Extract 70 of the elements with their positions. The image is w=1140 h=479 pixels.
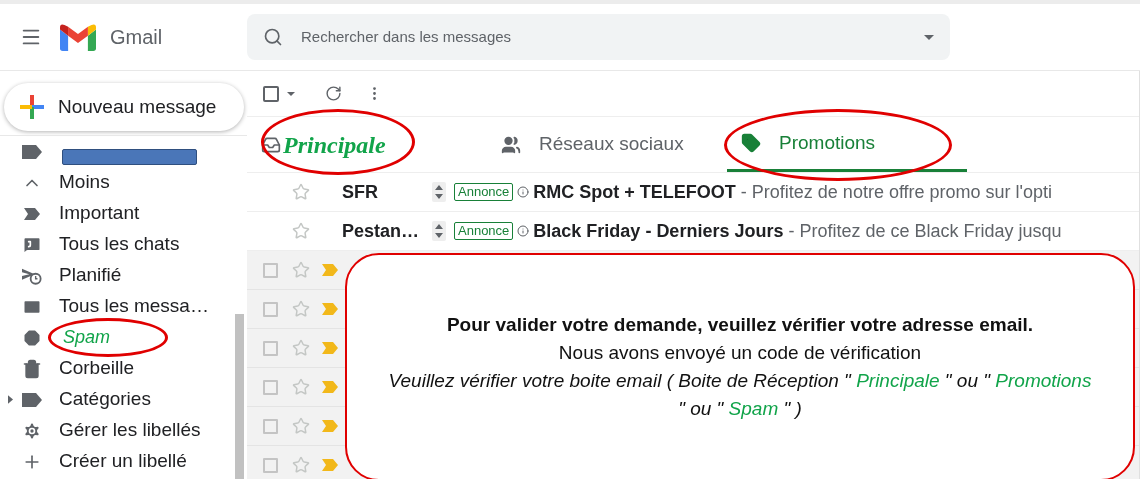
- sidebar-item[interactable]: Tous les messa…: [59, 292, 209, 321]
- important-marker-icon: [322, 303, 338, 315]
- dropdown-caret-icon[interactable]: [287, 91, 295, 96]
- email-snippet: - Profitez de notre offre promo sur l'opti: [740, 180, 1053, 204]
- sidebar-item[interactable]: Important: [59, 199, 140, 228]
- sidebar-item[interactable]: Catégories: [59, 385, 151, 414]
- ad-badge: Annonce: [454, 222, 514, 240]
- row-checkbox[interactable]: [263, 340, 278, 356]
- sender-name: Pestan…: [342, 219, 421, 243]
- star-icon[interactable]: [292, 183, 310, 201]
- tab-label: Principale: [283, 130, 386, 160]
- tab-label: Réseaux sociaux: [539, 132, 684, 157]
- star-icon[interactable]: [292, 339, 310, 357]
- sidebar-item[interactable]: Tous les chats: [59, 230, 180, 259]
- row-checkbox[interactable]: [263, 262, 278, 278]
- tag-icon: [741, 133, 761, 153]
- expand-caret-icon[interactable]: [8, 395, 13, 404]
- ad-badge: Annonce: [454, 183, 514, 201]
- label-icon: [22, 392, 42, 407]
- important-marker-icon: [322, 420, 338, 432]
- search-field[interactable]: Rechercher dans les messages: [247, 14, 950, 60]
- spam-icon: [22, 327, 42, 348]
- dropdown-caret-icon[interactable]: [924, 34, 934, 40]
- sidebar-item[interactable]: Créer un libellé: [59, 447, 187, 476]
- important-marker-icon: [322, 342, 338, 354]
- refresh-icon[interactable]: [325, 85, 342, 102]
- label-icon: [22, 144, 42, 159]
- star-icon[interactable]: [292, 456, 310, 474]
- email-subject: Black Friday - Derniers Jours: [533, 219, 784, 243]
- sidebar-item[interactable]: Moins: [59, 168, 110, 197]
- scrollbar[interactable]: [235, 314, 244, 479]
- sidebar-item[interactable]: Gérer les libellés: [59, 416, 201, 445]
- sort-arrows-icon: [432, 221, 446, 241]
- sender-name: SFR: [342, 180, 379, 204]
- star-icon[interactable]: [292, 222, 310, 240]
- compose-button[interactable]: Nouveau message: [4, 83, 244, 131]
- star-icon[interactable]: [292, 261, 310, 279]
- important-marker-icon: [322, 264, 338, 276]
- row-checkbox[interactable]: [263, 418, 278, 434]
- row-checkbox[interactable]: [263, 379, 278, 395]
- email-subject: RMC Spot + TELEFOOT: [533, 180, 736, 204]
- tab-label: Promotions: [779, 130, 876, 155]
- info-icon[interactable]: [517, 186, 530, 198]
- category-tab[interactable]: Promotions: [727, 117, 967, 172]
- settings-icon: [22, 420, 42, 441]
- important-icon: [24, 207, 40, 220]
- sidebar-item[interactable]: Corbeille: [59, 354, 134, 383]
- star-icon[interactable]: [292, 378, 310, 396]
- gmail-logo-icon: [60, 23, 96, 51]
- sort-arrows-icon: [432, 182, 446, 202]
- search-icon: [263, 27, 283, 47]
- app-name: Gmail: [110, 25, 163, 50]
- search-input[interactable]: Rechercher dans les messages: [301, 25, 924, 49]
- star-icon[interactable]: [292, 300, 310, 318]
- info-icon[interactable]: [517, 225, 530, 237]
- row-checkbox[interactable]: [263, 301, 278, 317]
- plus-icon: [20, 95, 44, 119]
- row-checkbox[interactable]: [263, 457, 278, 473]
- important-marker-icon: [322, 459, 338, 471]
- star-icon[interactable]: [292, 417, 310, 435]
- category-tab[interactable]: Réseaux sociaux: [487, 117, 727, 172]
- trash-icon: [22, 358, 42, 379]
- callout-text: Nous avons envoyé un code de vérification: [558, 341, 922, 365]
- sidebar-item[interactable]: Planifié: [59, 261, 122, 290]
- email-snippet: - Profitez de ce Black Friday jusqu: [788, 219, 1062, 243]
- people-icon: [501, 134, 521, 155]
- callout-text: Veuillez vérifier votre boite email ( Boite de Réception " Principale " ou " Promotions " ou " Spam " ): [387, 369, 1093, 421]
- callout-text: Pour valider votre demande, veuillez vérifier votre adresse email.: [446, 313, 1034, 337]
- select-all-checkbox[interactable]: [263, 85, 279, 102]
- important-marker-icon: [322, 381, 338, 393]
